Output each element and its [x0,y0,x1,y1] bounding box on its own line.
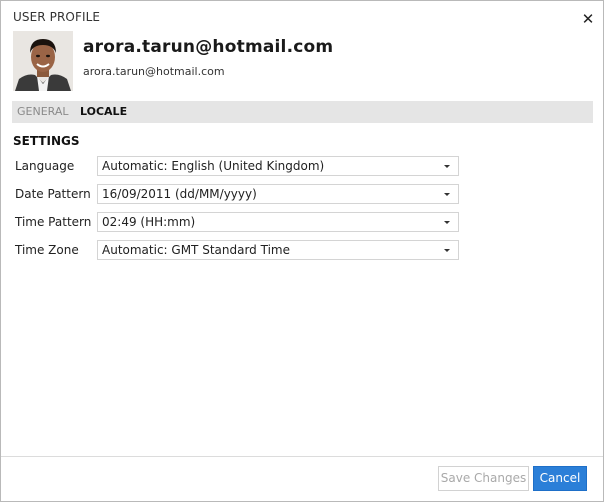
tab-bar: GENERAL LOCALE [12,101,593,123]
settings-section-title: SETTINGS [13,134,80,148]
save-changes-button[interactable]: Save Changes [438,466,529,491]
chevron-down-icon [444,193,450,196]
close-icon[interactable]: ✕ [579,10,597,28]
date-pattern-label: Date Pattern [15,187,91,201]
date-pattern-select[interactable]: 16/09/2011 (dd/MM/yyyy) [97,184,459,204]
chevron-down-icon [444,165,450,168]
user-name: arora.tarun@hotmail.com [83,37,334,57]
time-zone-label: Time Zone [15,243,79,257]
avatar [13,31,73,91]
user-email: arora.tarun@hotmail.com [83,65,225,78]
chevron-down-icon [444,221,450,224]
dialog-title: USER PROFILE [13,10,101,24]
time-zone-select[interactable]: Automatic: GMT Standard Time [97,240,459,260]
avatar-photo [13,31,73,91]
tab-locale[interactable]: LOCALE [80,101,127,123]
time-pattern-select[interactable]: 02:49 (HH:mm) [97,212,459,232]
date-pattern-value: 16/09/2011 (dd/MM/yyyy) [102,187,257,201]
time-zone-value: Automatic: GMT Standard Time [102,243,290,257]
user-profile-dialog: USER PROFILE ✕ arora.tarun@hotmail.com a… [0,0,604,502]
time-pattern-value: 02:49 (HH:mm) [102,215,196,229]
tab-general[interactable]: GENERAL [17,101,69,123]
cancel-button[interactable]: Cancel [533,466,587,491]
chevron-down-icon [444,249,450,252]
language-select[interactable]: Automatic: English (United Kingdom) [97,156,459,176]
footer-divider [1,456,603,457]
language-value: Automatic: English (United Kingdom) [102,159,325,173]
time-pattern-label: Time Pattern [15,215,92,229]
language-label: Language [15,159,75,173]
